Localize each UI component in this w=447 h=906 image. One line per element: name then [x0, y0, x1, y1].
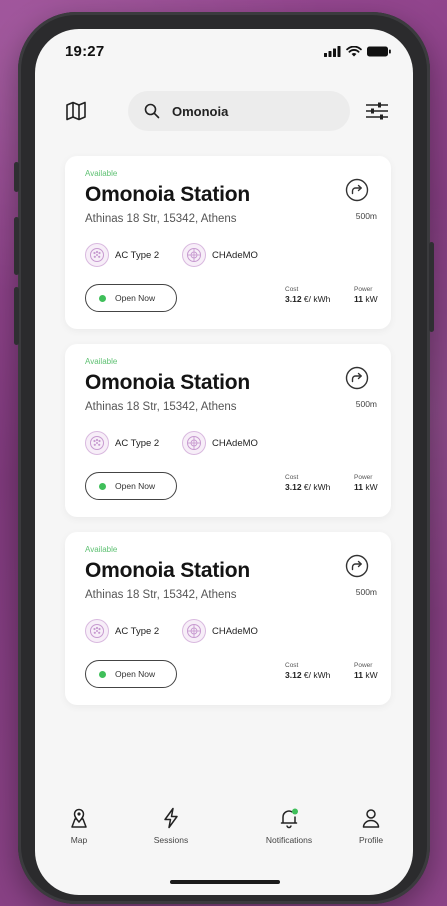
- cost-label: Cost: [285, 474, 299, 481]
- power-label: Power: [354, 662, 373, 669]
- chademo-plug-icon: [182, 431, 206, 455]
- tab-profile-label: Profile: [358, 835, 384, 845]
- open-status-dot: [99, 294, 106, 302]
- availability-status: Available: [85, 545, 118, 554]
- open-now-label: Open Now: [115, 669, 156, 679]
- power-label: Power: [354, 474, 373, 481]
- phone-frame: 19:27 Omonoia Available Omonoia Station …: [14, 12, 434, 904]
- power-label: Power: [354, 286, 373, 293]
- cost-value: 3.12 €/ kWh: [285, 294, 331, 304]
- status-bar: 19:27: [35, 29, 413, 73]
- connector-chip: AC Type 2: [85, 243, 159, 267]
- search-icon: [144, 103, 160, 119]
- mute-switch: [14, 162, 19, 192]
- open-now-button[interactable]: Open Now: [85, 472, 177, 500]
- lightning-icon: [164, 807, 178, 829]
- tab-map[interactable]: Map: [39, 807, 119, 845]
- directions-icon[interactable]: [345, 554, 369, 578]
- bell-icon: [280, 808, 298, 829]
- chademo-plug-icon: [182, 243, 206, 267]
- cost-value: 3.12 €/ kWh: [285, 670, 331, 680]
- ac-type2-plug-icon: [85, 619, 109, 643]
- power-metric: Power 11 kW: [354, 286, 378, 304]
- open-now-label: Open Now: [115, 481, 156, 491]
- status-icons: [324, 45, 391, 57]
- signal-icon: [324, 45, 341, 57]
- search-query: Omonoia: [172, 103, 229, 119]
- ac-type2-plug-icon: [85, 243, 109, 267]
- map-pin-icon: [71, 808, 87, 828]
- tab-notifications[interactable]: Notifications: [249, 807, 329, 845]
- cost-label: Cost: [285, 286, 299, 293]
- ac-type2-plug-icon: [85, 431, 109, 455]
- connector-label: CHAdeMO: [212, 625, 258, 637]
- station-name: Omonoia Station: [85, 559, 251, 582]
- tab-profile[interactable]: Profile: [331, 807, 411, 845]
- filter-icon[interactable]: [365, 100, 389, 122]
- station-name: Omonoia Station: [85, 183, 251, 206]
- connector-chip: AC Type 2: [85, 431, 159, 455]
- power-button: [429, 242, 434, 332]
- chademo-plug-icon: [182, 619, 206, 643]
- tab-sessions-label: Sessions: [153, 835, 189, 845]
- volume-down-button: [14, 287, 19, 345]
- app-screen: 19:27 Omonoia Available Omonoia Station …: [35, 29, 413, 895]
- availability-status: Available: [85, 169, 118, 178]
- station-address: Athinas 18 Str, 15342, Athens: [85, 213, 237, 225]
- status-time: 19:27: [65, 42, 105, 60]
- station-distance: 500m: [355, 399, 377, 409]
- tab-sessions[interactable]: Sessions: [131, 807, 211, 845]
- station-address: Athinas 18 Str, 15342, Athens: [85, 589, 237, 601]
- wifi-icon: [346, 45, 362, 56]
- connector-label: CHAdeMO: [212, 437, 258, 449]
- search-input[interactable]: Omonoia: [128, 91, 350, 131]
- power-metric: Power 11 kW: [354, 662, 378, 680]
- power-metric: Power 11 kW: [354, 474, 378, 492]
- connector-label: AC Type 2: [115, 625, 160, 637]
- availability-status: Available: [85, 357, 118, 366]
- open-now-label: Open Now: [115, 293, 156, 303]
- station-distance: 500m: [355, 211, 377, 221]
- connector-label: AC Type 2: [115, 249, 160, 261]
- cost-metric: Cost 3.12 €/ kWh: [285, 474, 330, 492]
- cost-label: Cost: [285, 662, 299, 669]
- power-value: 11 kW: [354, 670, 378, 680]
- power-value: 11 kW: [354, 294, 378, 304]
- battery-icon: [367, 46, 391, 56]
- tab-map-label: Map: [70, 835, 88, 845]
- station-distance: 500m: [355, 587, 377, 597]
- open-now-button[interactable]: Open Now: [85, 660, 177, 688]
- directions-icon[interactable]: [345, 178, 369, 202]
- station-card[interactable]: Available Omonoia Station Athinas 18 Str…: [65, 344, 391, 517]
- station-card[interactable]: Available Omonoia Station Athinas 18 Str…: [65, 532, 391, 705]
- station-name: Omonoia Station: [85, 371, 251, 394]
- volume-up-button: [14, 217, 19, 275]
- cost-metric: Cost 3.12 €/ kWh: [285, 286, 330, 304]
- cost-metric: Cost 3.12 €/ kWh: [285, 662, 330, 680]
- power-value: 11 kW: [354, 482, 378, 492]
- open-status-dot: [99, 482, 106, 490]
- home-indicator: [170, 880, 280, 884]
- station-address: Athinas 18 Str, 15342, Athens: [85, 401, 237, 413]
- map-view-icon[interactable]: [65, 100, 87, 122]
- search-bar-row: Omonoia: [35, 91, 413, 131]
- directions-icon[interactable]: [345, 366, 369, 390]
- open-now-button[interactable]: Open Now: [85, 284, 177, 312]
- open-status-dot: [99, 670, 106, 678]
- connector-chip: CHAdeMO: [182, 619, 258, 643]
- connector-chip: CHAdeMO: [182, 431, 258, 455]
- connector-chip: AC Type 2: [85, 619, 159, 643]
- station-card[interactable]: Available Omonoia Station Athinas 18 Str…: [65, 156, 391, 329]
- person-icon: [362, 809, 380, 828]
- connector-chip: CHAdeMO: [182, 243, 258, 267]
- cost-value: 3.12 €/ kWh: [285, 482, 331, 492]
- notification-badge: [292, 808, 298, 815]
- tab-notifications-label: Notifications: [265, 835, 313, 845]
- connector-label: CHAdeMO: [212, 249, 258, 261]
- bottom-tab-bar: Map Sessions Notifications Profile: [35, 807, 413, 867]
- connector-label: AC Type 2: [115, 437, 160, 449]
